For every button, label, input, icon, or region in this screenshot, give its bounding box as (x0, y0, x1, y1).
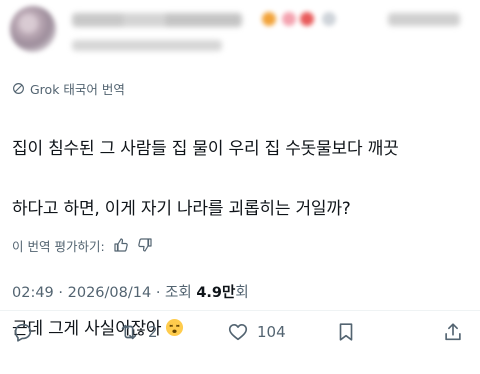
like-icon (228, 324, 248, 341)
tweet-meta: 02:49 · 2026/08/14 · 조회 4.9만회 (12, 281, 249, 301)
blurred-emoji (300, 12, 314, 26)
grok-translate-icon (13, 82, 24, 94)
post-date[interactable]: 2026/08/14 (68, 285, 152, 301)
tweet-line: 집이 침수된 그 사람들 집 물이 우리 집 수돗물보다 깨끗 (12, 139, 399, 159)
views-label: 조회 (165, 285, 192, 301)
like-button[interactable]: 104 (227, 318, 286, 346)
separator: · (155, 285, 166, 301)
blurred-follow-area[interactable] (388, 13, 460, 26)
share-icon (445, 323, 461, 341)
reply-icon (14, 323, 32, 342)
retweet-button[interactable]: 2 (118, 318, 158, 346)
tweet-line: 하다고 하면, 이게 자기 나라를 괴롭히는 거일까? (12, 199, 351, 219)
bookmark-icon (339, 323, 353, 341)
blurred-emoji (262, 12, 276, 26)
retweet-icon (121, 324, 137, 340)
avatar[interactable] (10, 6, 56, 52)
views-count[interactable]: 4.9만 (196, 285, 235, 301)
blurred-display-name[interactable] (72, 13, 242, 27)
blurred-handle[interactable] (72, 40, 222, 51)
blurred-emoji (322, 12, 336, 26)
rate-translation: 이 번역 평가하기: (12, 236, 153, 254)
retweet-count: 2 (148, 323, 158, 341)
translation-indicator[interactable]: Grok 태국어 번역 (12, 80, 125, 97)
post-time[interactable]: 02:49 (12, 285, 54, 301)
rate-translation-label: 이 번역 평가하기: (12, 238, 105, 254)
action-bar: 2 104 (0, 318, 480, 346)
bookmark-button[interactable] (335, 318, 357, 346)
separator: · (58, 285, 68, 301)
thumbs-up-icon[interactable] (113, 237, 129, 253)
translation-label: Grok 태국어 번역 (30, 81, 125, 97)
thumbs-down-icon[interactable] (137, 237, 153, 253)
blurred-emoji (282, 12, 296, 26)
share-button[interactable] (442, 318, 464, 346)
reply-button[interactable] (12, 318, 42, 346)
views-suffix: 회 (235, 285, 249, 301)
tweet-header (0, 0, 480, 68)
divider (0, 310, 480, 311)
like-count: 104 (257, 323, 286, 341)
